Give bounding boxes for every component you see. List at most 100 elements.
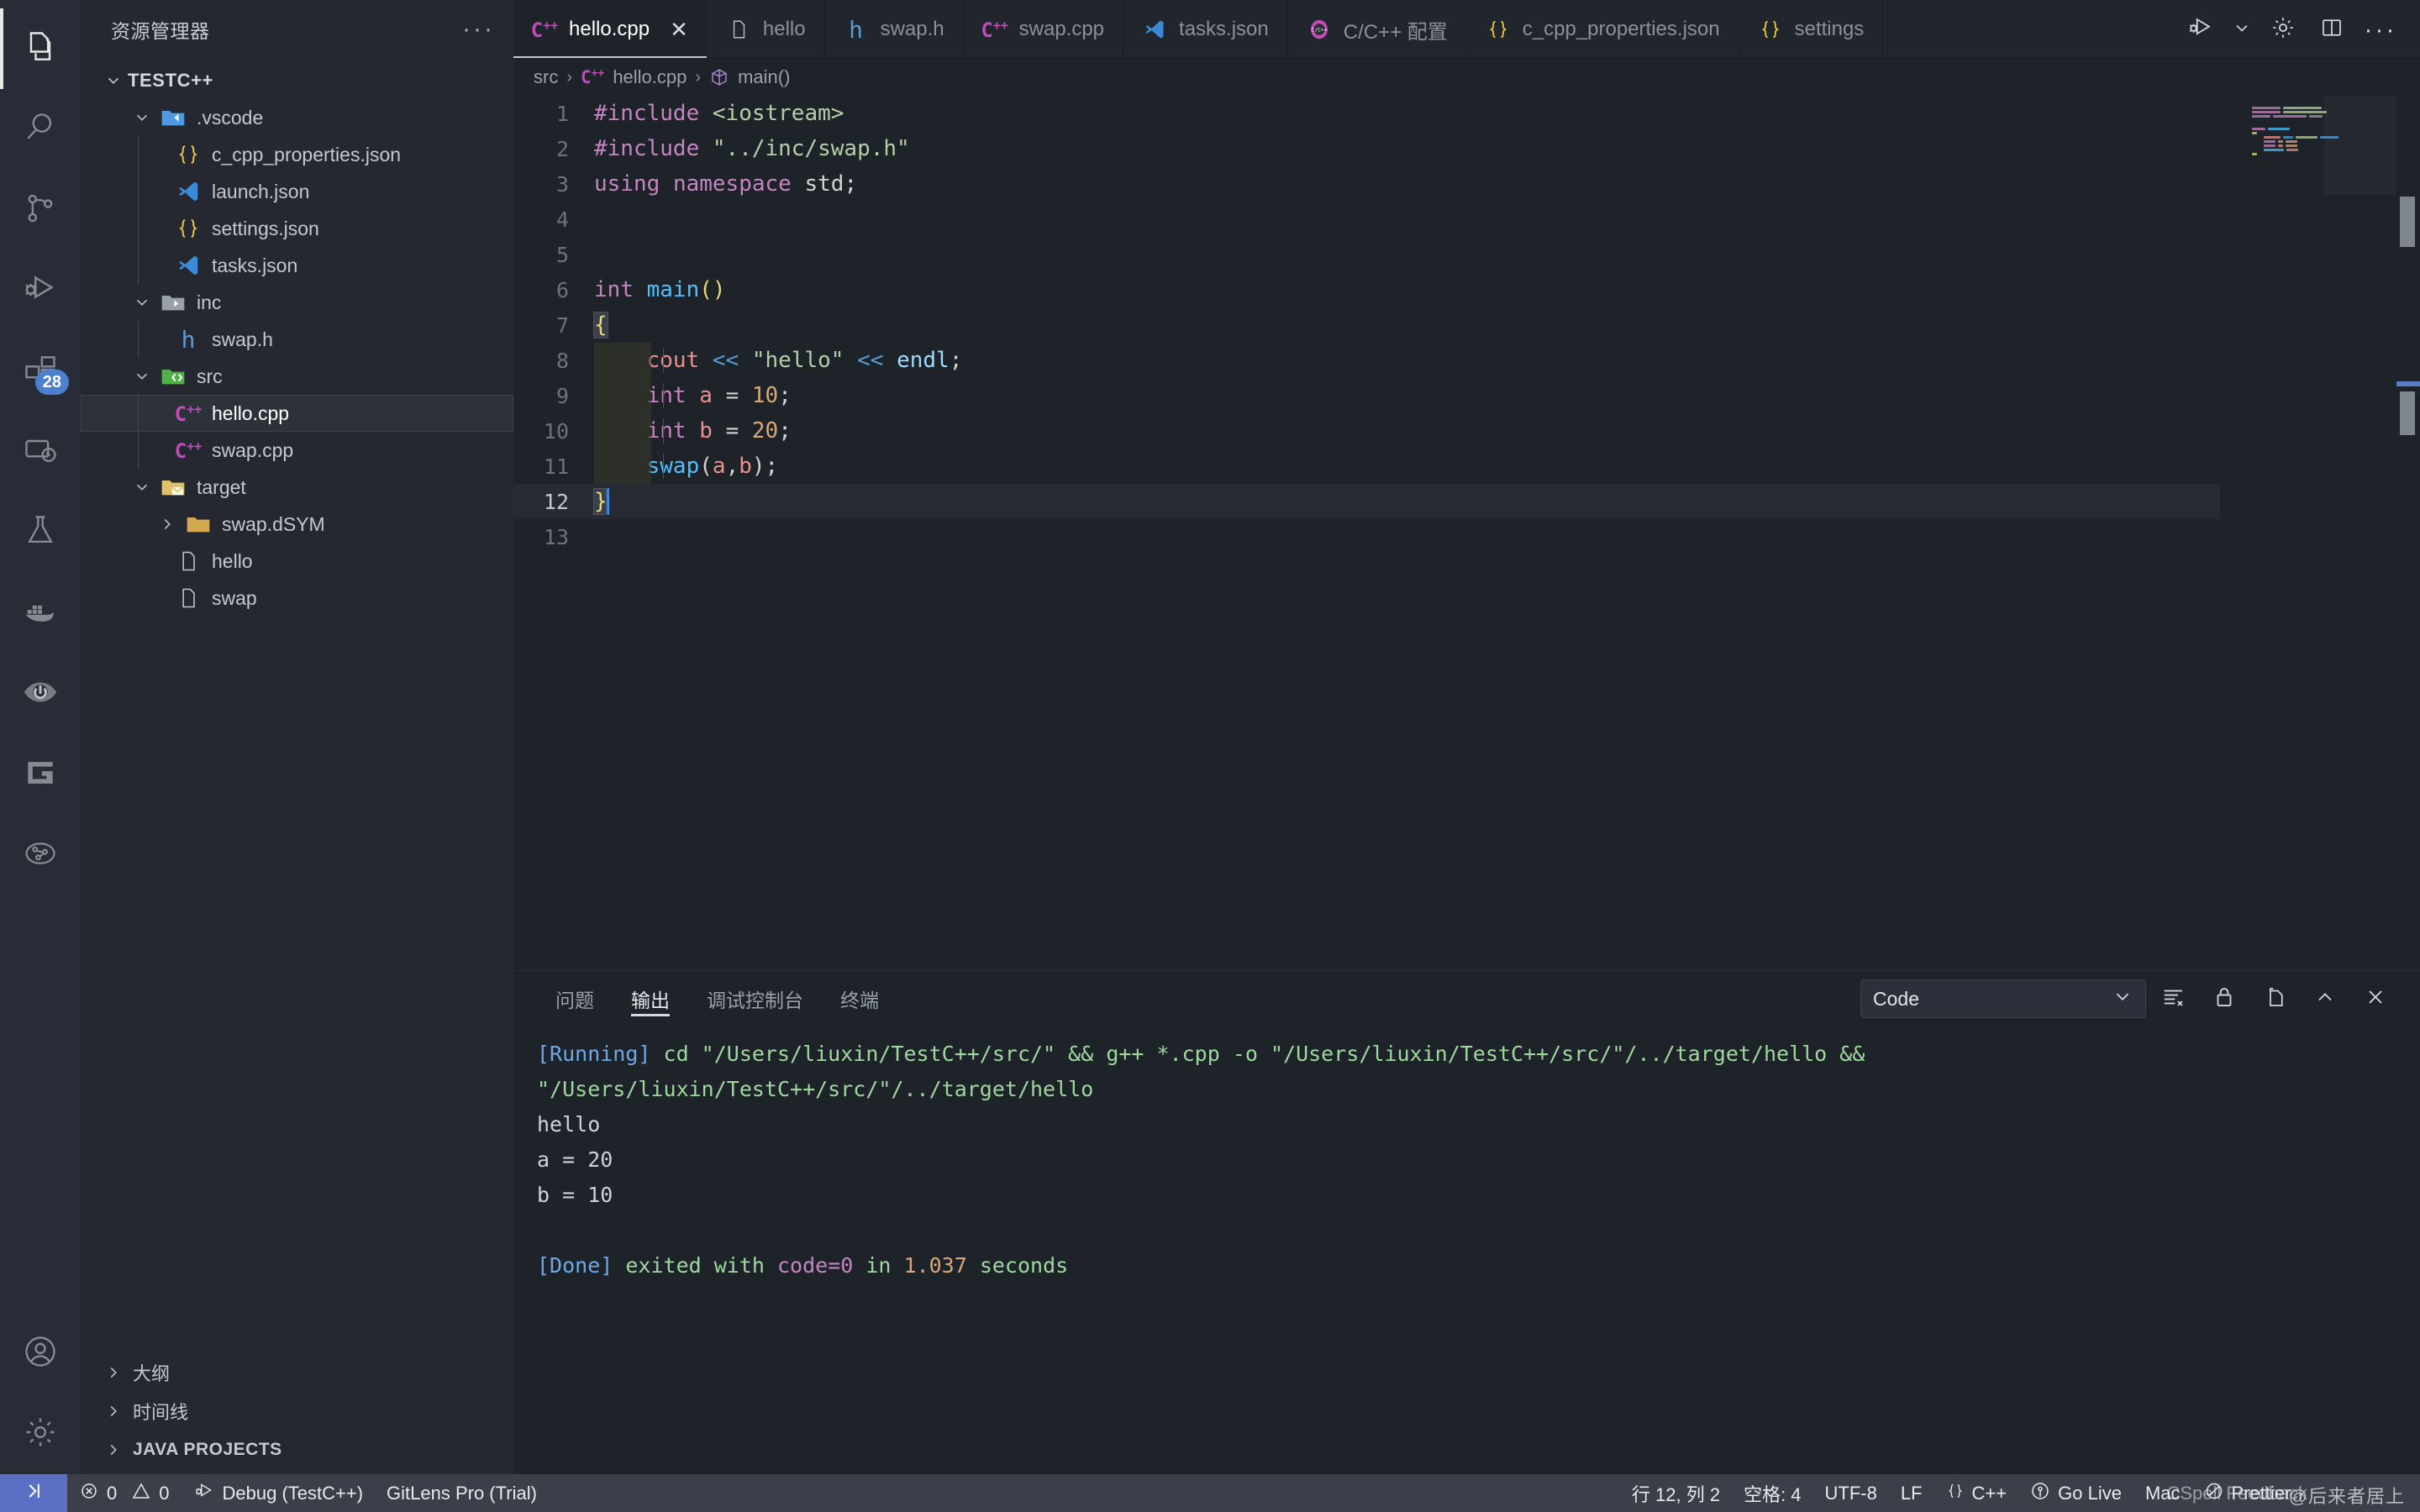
tab-hello-cpp[interactable]: C++ hello.cpp ✕ bbox=[513, 0, 708, 59]
tree-item-swap-dsym[interactable]: swap.dSYM bbox=[81, 506, 513, 543]
warning-icon bbox=[131, 1481, 151, 1506]
run-debug-button[interactable] bbox=[2176, 0, 2225, 59]
minimap[interactable] bbox=[2220, 96, 2396, 970]
tree-item-label: tasks.json bbox=[212, 254, 298, 276]
clear-output-button[interactable] bbox=[2151, 976, 2196, 1021]
status-cursor-position[interactable]: 行 12, 列 2 bbox=[1620, 1474, 1732, 1512]
tree-item-target[interactable]: target bbox=[81, 469, 513, 506]
tab-label: swap.h bbox=[880, 18, 944, 40]
tab-c-cpp-properties-json[interactable]: c_cpp_properties.json bbox=[1466, 0, 1739, 59]
activity-item-extensions[interactable]: 28 bbox=[0, 331, 81, 412]
source-control-icon bbox=[22, 190, 59, 231]
sidebar-section-timeline[interactable]: 时间线 bbox=[81, 1392, 513, 1431]
more-actions-button[interactable]: ··· bbox=[2356, 0, 2405, 59]
activity-item-project-manager[interactable] bbox=[0, 815, 81, 895]
tab-swap-cpp[interactable]: C++ swap.cpp bbox=[963, 0, 1124, 59]
panel-tab-output[interactable]: 输出 bbox=[613, 971, 688, 1026]
blank-file-icon bbox=[171, 586, 205, 610]
tree-root-testcpp[interactable]: TESTC++ bbox=[81, 62, 513, 99]
activity-item-explorer[interactable] bbox=[0, 8, 81, 89]
tree-item-swap-h[interactable]: h swap.h bbox=[81, 321, 513, 358]
files-icon bbox=[22, 29, 59, 70]
activity-item-search[interactable] bbox=[0, 89, 81, 170]
close-icon[interactable]: ✕ bbox=[670, 18, 688, 40]
tree-item-swap[interactable]: swap bbox=[81, 580, 513, 617]
status-indentation[interactable]: 空格: 4 bbox=[1732, 1474, 1812, 1512]
output-done-mid: exited with bbox=[613, 1253, 777, 1278]
output-content[interactable]: [Running] cd "/Users/liuxin/TestC++/src/… bbox=[513, 1026, 2420, 1474]
tree-item-c-cpp-properties-json[interactable]: c_cpp_properties.json bbox=[81, 136, 513, 173]
tree-item-swap-cpp[interactable]: C++ swap.cpp bbox=[81, 432, 513, 469]
panel-tab-problems[interactable]: 问题 bbox=[537, 971, 613, 1026]
status-eol-label: LF bbox=[1900, 1482, 1923, 1504]
activity-item-live-share[interactable] bbox=[0, 654, 81, 734]
activity-item-accounts[interactable] bbox=[0, 1313, 81, 1394]
line-number: 1 bbox=[555, 101, 569, 126]
sidebar-section-label: 时间线 bbox=[133, 1402, 189, 1423]
tab-hello[interactable]: hello bbox=[707, 0, 825, 59]
breadcrumb-item-main[interactable]: main() bbox=[738, 66, 790, 88]
tree-item-settings-json[interactable]: settings.json bbox=[81, 210, 513, 247]
tree-item-label: launch.json bbox=[212, 180, 310, 202]
collapse-panel-button[interactable] bbox=[2302, 976, 2348, 1021]
activity-item-source-control[interactable] bbox=[0, 170, 81, 250]
tree-item-label: swap.cpp bbox=[212, 438, 294, 461]
chevron-right-icon: › bbox=[566, 67, 572, 87]
status-cspell-feedback[interactable]: CSpell Feedback bbox=[2154, 1474, 2319, 1512]
tree-item-hello-cpp[interactable]: C++ hello.cpp bbox=[81, 395, 513, 432]
status-remote-button[interactable] bbox=[0, 1474, 67, 1512]
line-number: 9 bbox=[555, 383, 569, 408]
close-panel-button[interactable] bbox=[2353, 976, 2398, 1021]
vscode-window: 28 资源管理器 ··· TESTC++ .vscode c_cpp_prope… bbox=[0, 0, 2420, 1512]
split-editor-icon bbox=[2319, 15, 2344, 45]
tree-item-vscode[interactable]: .vscode bbox=[81, 99, 513, 136]
breadcrumb-item-hello-cpp[interactable]: hello.cpp bbox=[613, 66, 687, 88]
activity-item-docker[interactable] bbox=[0, 573, 81, 654]
tree-item-inc[interactable]: inc bbox=[81, 284, 513, 321]
status-gitlens[interactable]: GitLens Pro (Trial) bbox=[375, 1474, 549, 1512]
panel-tab-debug-console[interactable]: 调试控制台 bbox=[688, 971, 822, 1026]
sidebar-section-java-projects[interactable]: JAVA PROJECTS bbox=[81, 1431, 513, 1469]
status-go-live[interactable]: Go Live bbox=[2018, 1474, 2133, 1512]
open-in-editor-button[interactable] bbox=[2252, 976, 2297, 1021]
tab-settings[interactable]: settings bbox=[1739, 0, 1884, 59]
tree-item-src[interactable]: src bbox=[81, 358, 513, 395]
code-line: 3 using namespace std; bbox=[513, 166, 2220, 202]
cpp-config-button[interactable] bbox=[2259, 0, 2307, 59]
panel-tab-terminal[interactable]: 终端 bbox=[822, 971, 897, 1026]
editor-actions: ··· bbox=[2176, 0, 2420, 59]
code-editor[interactable]: 1 #include <iostream> 2 #include "../inc… bbox=[513, 96, 2220, 970]
split-editor-button[interactable] bbox=[2307, 0, 2356, 59]
bottom-panel: 问题 输出 调试控制台 终端 Code [Running] cd "/Users… bbox=[513, 970, 2420, 1474]
status-encoding[interactable]: UTF-8 bbox=[1813, 1474, 1889, 1512]
status-problems[interactable]: 0 0 bbox=[67, 1474, 182, 1512]
breadcrumb-item-src[interactable]: src bbox=[534, 66, 558, 88]
tree-item-launch-json[interactable]: launch.json bbox=[81, 173, 513, 210]
chevron-up-icon bbox=[2313, 985, 2337, 1013]
json-icon bbox=[171, 142, 205, 167]
sidebar-more-actions[interactable]: ··· bbox=[462, 17, 495, 42]
activity-item-gitlens[interactable] bbox=[0, 734, 81, 815]
status-language-mode[interactable]: C++ bbox=[1934, 1474, 2019, 1512]
error-count: 0 bbox=[107, 1482, 118, 1504]
tree-item-tasks-json[interactable]: tasks.json bbox=[81, 247, 513, 284]
tree-item-hello[interactable]: hello bbox=[81, 543, 513, 580]
tab-tasks-json[interactable]: tasks.json bbox=[1123, 0, 1288, 59]
tab-swap-h[interactable]: h swap.h bbox=[824, 0, 964, 59]
status-eol[interactable]: LF bbox=[1889, 1474, 1934, 1512]
minimap-slider[interactable] bbox=[2324, 96, 2396, 195]
tab-cpp-config[interactable]: C/C++ C/C++ 配置 bbox=[1287, 0, 1467, 59]
status-debug-config[interactable]: Debug (TestC++) bbox=[182, 1474, 376, 1512]
output-channel-select[interactable]: Code bbox=[1860, 979, 2146, 1018]
activity-item-run-and-debug[interactable] bbox=[0, 250, 81, 331]
cpp-icon: C++ bbox=[581, 67, 605, 87]
output-running-command: cd "/Users/liuxin/TestC++/src/" && g++ *… bbox=[537, 1042, 1878, 1101]
lock-scroll-button[interactable] bbox=[2202, 976, 2247, 1021]
run-debug-dropdown[interactable] bbox=[2225, 0, 2259, 59]
sidebar-section-outline[interactable]: 大纲 bbox=[81, 1353, 513, 1392]
activity-item-remote-explorer[interactable] bbox=[0, 412, 81, 492]
activity-item-manage[interactable] bbox=[0, 1394, 81, 1474]
account-icon bbox=[22, 1333, 59, 1374]
activity-item-testing[interactable] bbox=[0, 492, 81, 573]
editor-scrollbar[interactable] bbox=[2396, 96, 2420, 970]
